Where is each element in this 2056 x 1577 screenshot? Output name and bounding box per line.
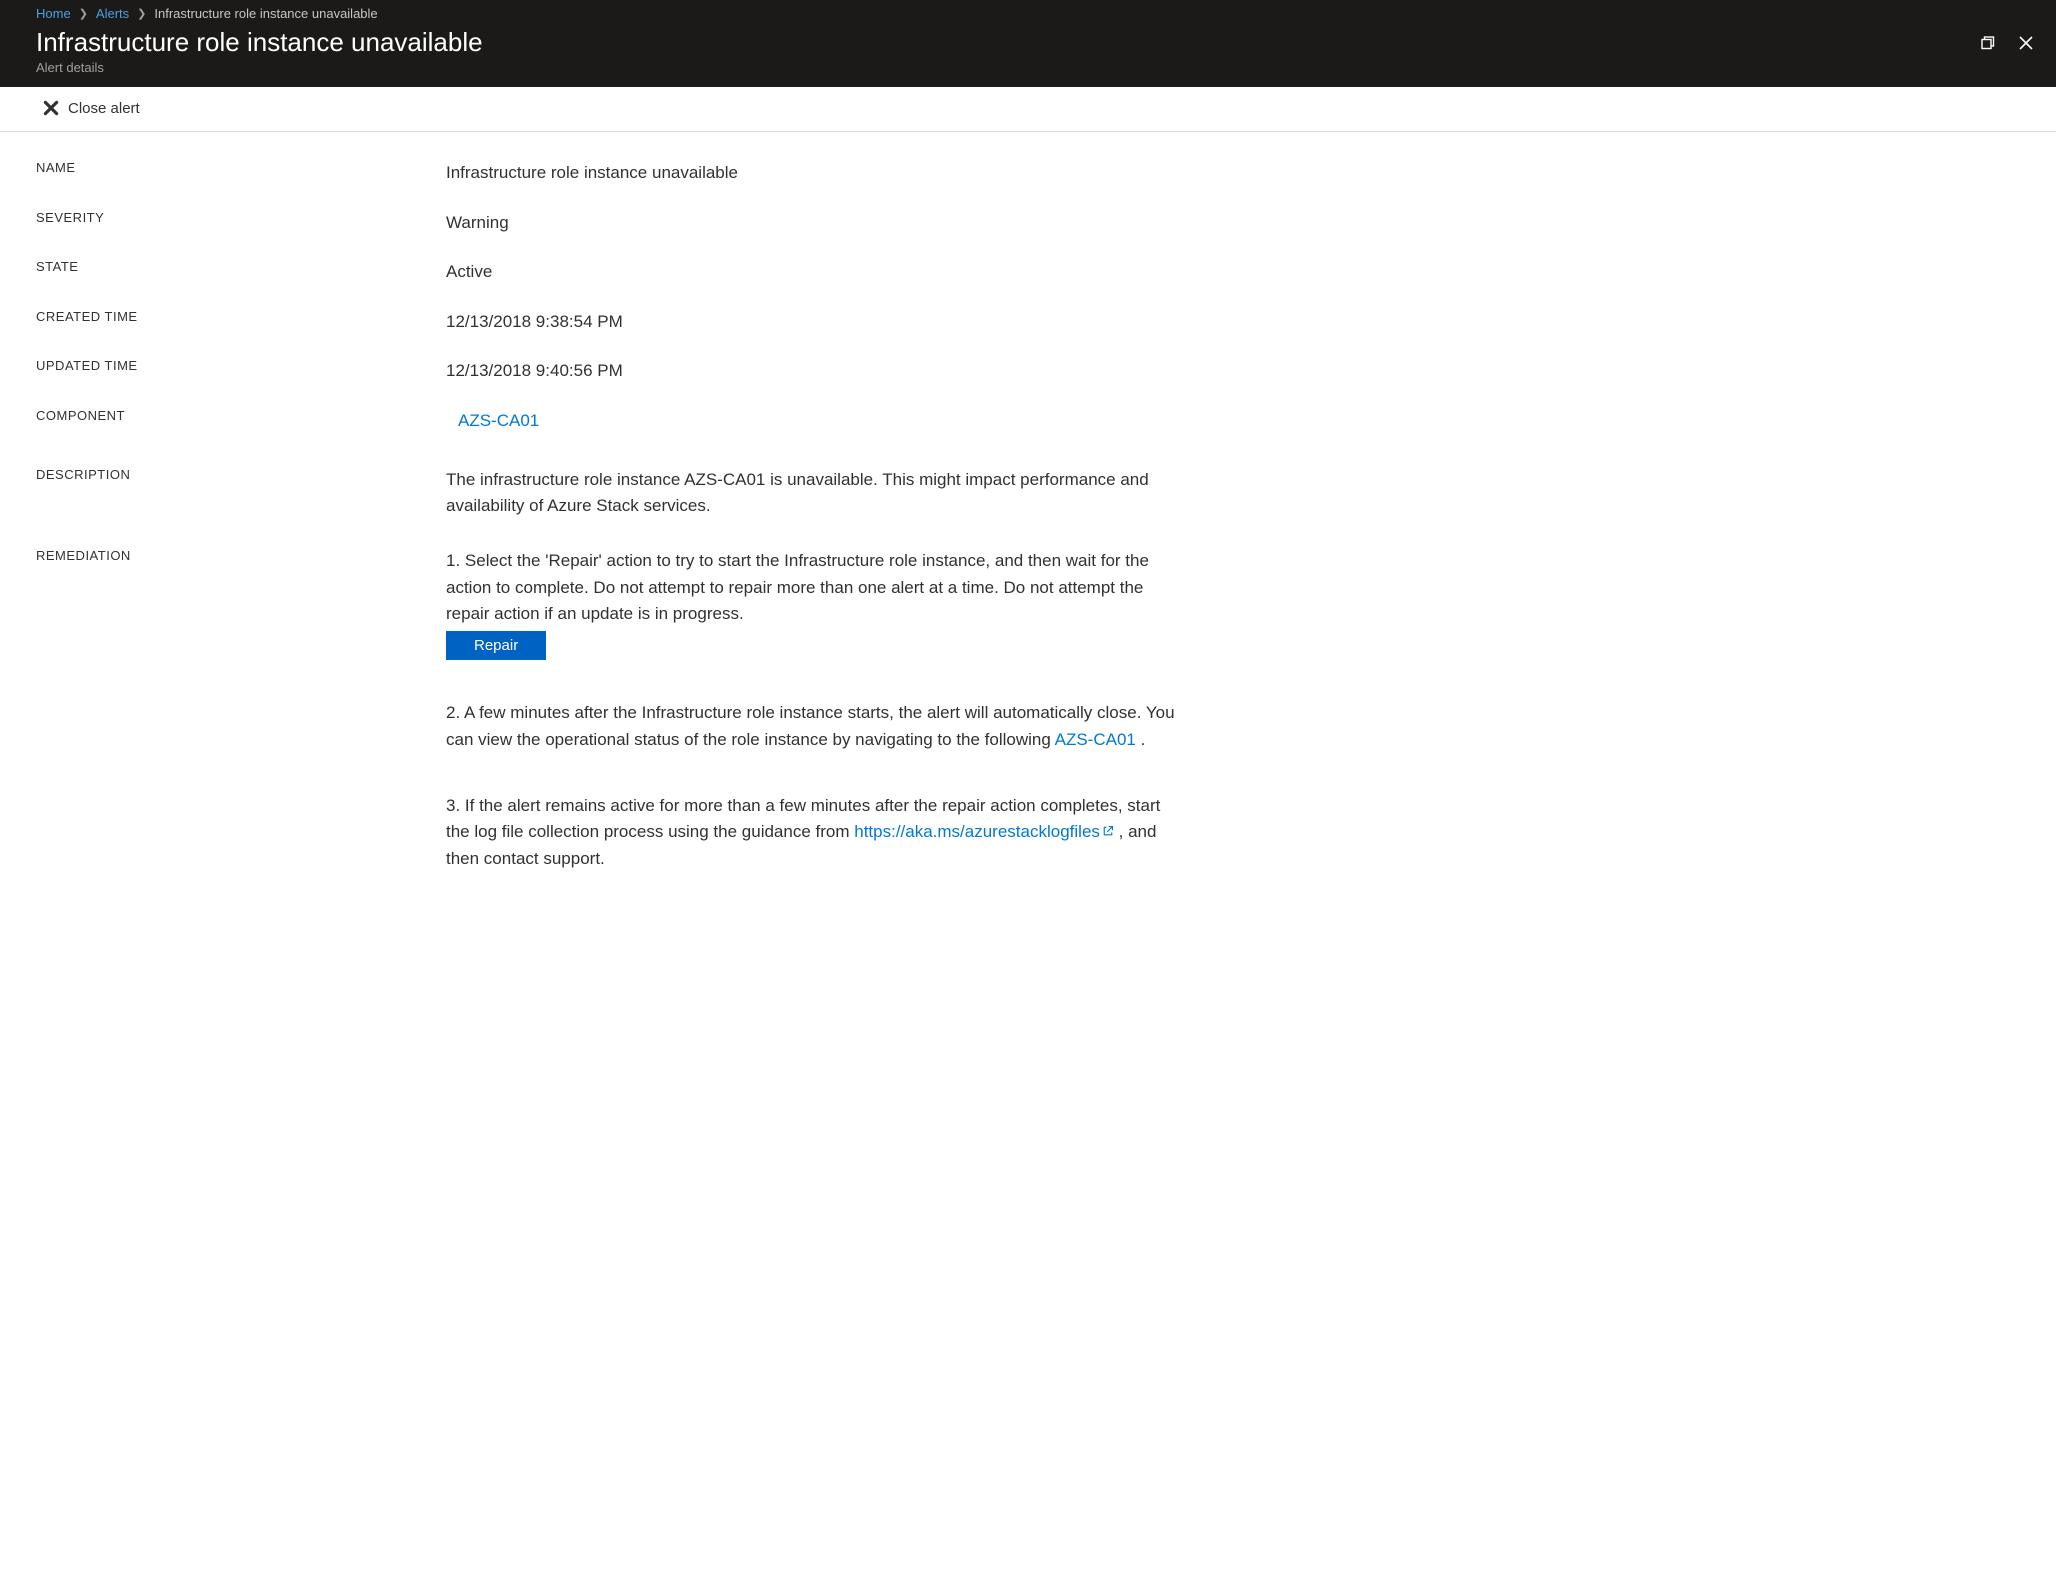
field-created-time: CREATED TIME 12/13/2018 9:38:54 PM xyxy=(36,309,1184,335)
repair-button[interactable]: Repair xyxy=(446,631,546,660)
label-updated-time: UPDATED TIME xyxy=(36,358,446,373)
field-updated-time: UPDATED TIME 12/13/2018 9:40:56 PM xyxy=(36,358,1184,384)
field-component: COMPONENT AZS-CA01 xyxy=(36,408,1184,434)
breadcrumb-alerts[interactable]: Alerts xyxy=(96,6,129,21)
breadcrumb-home[interactable]: Home xyxy=(36,6,71,21)
page-title: Infrastructure role instance unavailable xyxy=(36,27,483,58)
field-state: STATE Active xyxy=(36,259,1184,285)
value-created-time: 12/13/2018 9:38:54 PM xyxy=(446,309,623,335)
close-alert-button[interactable]: Close alert xyxy=(36,95,146,121)
label-created-time: CREATED TIME xyxy=(36,309,446,324)
value-description: The infrastructure role instance AZS-CA0… xyxy=(446,467,1184,518)
header-bar: Home ❯ Alerts ❯ Infrastructure role inst… xyxy=(0,0,2056,87)
value-component-link[interactable]: AZS-CA01 xyxy=(446,408,539,434)
label-severity: SEVERITY xyxy=(36,210,446,225)
close-alert-label: Close alert xyxy=(68,100,140,117)
remediation-step-3-text: 3. If the alert remains active for more … xyxy=(446,793,1184,872)
label-name: NAME xyxy=(36,160,446,175)
chevron-right-icon: ❯ xyxy=(137,7,146,20)
field-severity: SEVERITY Warning xyxy=(36,210,1184,236)
restore-icon xyxy=(1980,35,1996,51)
value-state: Active xyxy=(446,259,492,285)
remediation-step-2-text: 2. A few minutes after the Infrastructur… xyxy=(446,700,1184,753)
logfiles-link[interactable]: https://aka.ms/azurestacklogfiles xyxy=(854,822,1114,841)
chevron-right-icon: ❯ xyxy=(79,7,88,20)
content: NAME Infrastructure role instance unavai… xyxy=(0,132,1220,900)
role-instance-link[interactable]: AZS-CA01 xyxy=(1055,730,1136,749)
toolbar: Close alert xyxy=(0,87,2056,132)
breadcrumb: Home ❯ Alerts ❯ Infrastructure role inst… xyxy=(0,0,2056,25)
label-component: COMPONENT xyxy=(36,408,446,423)
breadcrumb-current: Infrastructure role instance unavailable xyxy=(154,6,377,21)
close-icon xyxy=(42,99,60,117)
restore-window-button[interactable] xyxy=(1978,33,1998,53)
title-row: Infrastructure role instance unavailable… xyxy=(0,25,2056,87)
page-subtitle: Alert details xyxy=(36,60,483,75)
label-remediation: REMEDIATION xyxy=(36,548,446,563)
remediation-step-1-text: 1. Select the 'Repair' action to try to … xyxy=(446,548,1184,627)
field-name: NAME Infrastructure role instance unavai… xyxy=(36,160,1184,186)
label-state: STATE xyxy=(36,259,446,274)
remediation-step-3: 3. If the alert remains active for more … xyxy=(446,793,1184,872)
external-link-icon xyxy=(1102,819,1114,845)
remediation-step-1: 1. Select the 'Repair' action to try to … xyxy=(446,548,1184,660)
label-description: DESCRIPTION xyxy=(36,467,446,482)
value-remediation: 1. Select the 'Repair' action to try to … xyxy=(446,548,1184,872)
value-name: Infrastructure role instance unavailable xyxy=(446,160,738,186)
close-icon xyxy=(2018,35,2034,51)
value-severity: Warning xyxy=(446,210,509,236)
field-remediation: REMEDIATION 1. Select the 'Repair' actio… xyxy=(36,548,1184,872)
value-updated-time: 12/13/2018 9:40:56 PM xyxy=(446,358,623,384)
close-window-button[interactable] xyxy=(2016,33,2036,53)
remediation-step-2: 2. A few minutes after the Infrastructur… xyxy=(446,700,1184,753)
field-description: DESCRIPTION The infrastructure role inst… xyxy=(36,467,1184,518)
